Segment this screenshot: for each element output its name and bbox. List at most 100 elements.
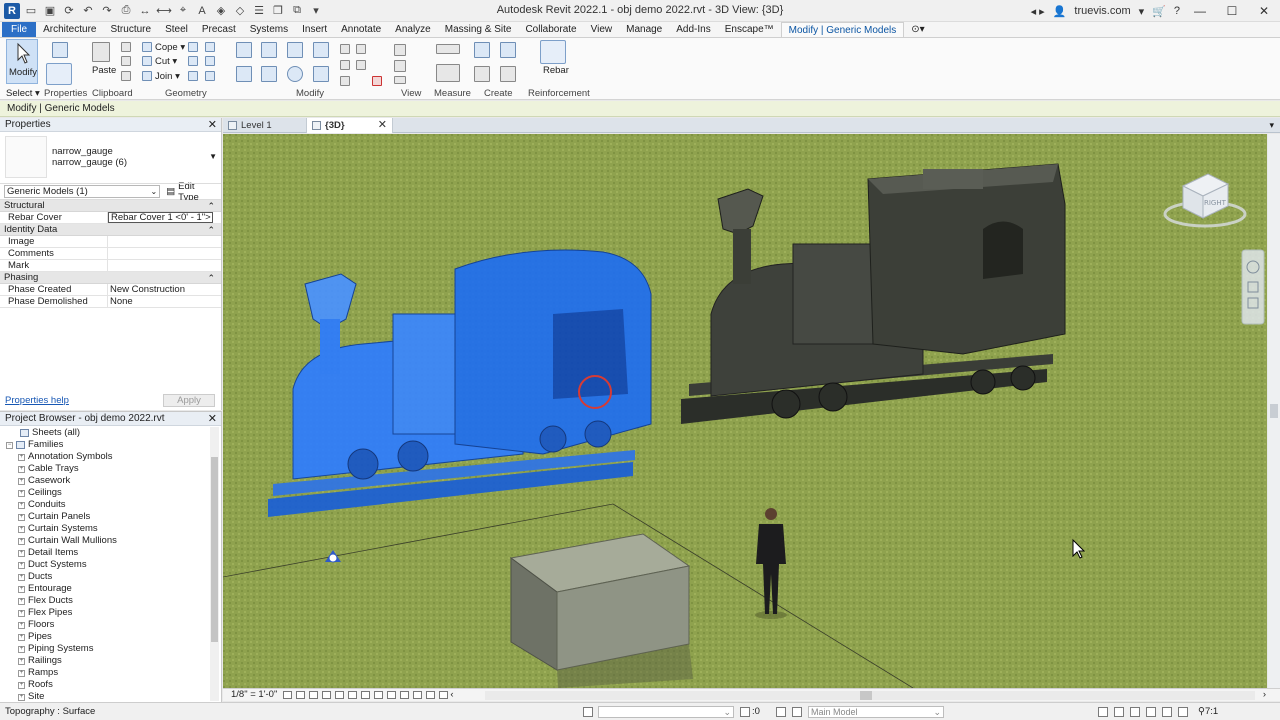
expand-icon[interactable]: + (18, 645, 25, 653)
expand-icon[interactable]: + (18, 669, 25, 677)
view-tool-2-icon[interactable] (394, 60, 406, 72)
tab-modify-generic-models[interactable]: Modify | Generic Models (780, 22, 905, 37)
tab-systems[interactable]: Systems (243, 22, 295, 37)
group-phasing[interactable]: Phasing ⌃ (0, 272, 221, 284)
tree-node-families[interactable]: − Families (0, 439, 208, 451)
mirror-draw-icon[interactable] (313, 42, 329, 58)
tree-node-family-category[interactable]: + Entourage (0, 583, 208, 595)
view-tool-3-icon[interactable] (394, 76, 406, 84)
tree-node-family-category[interactable]: + Ducts (0, 571, 208, 583)
chevron-down-icon[interactable]: ▾ (1269, 120, 1274, 131)
array-icon[interactable] (356, 44, 366, 54)
expand-icon[interactable]: + (18, 465, 25, 473)
search-icon[interactable]: ◂ ▸ (1031, 5, 1045, 18)
select-by-face-icon[interactable] (1146, 707, 1156, 717)
tab-massing-site[interactable]: Massing & Site (438, 22, 519, 37)
view-tool-1-icon[interactable] (394, 44, 406, 56)
sun-path-icon[interactable] (309, 691, 319, 699)
editable-only-icon[interactable] (740, 707, 750, 717)
drag-elements-icon[interactable] (1162, 707, 1172, 717)
cope-button[interactable]: Cope ▾ (155, 42, 185, 53)
analytical-model-icon[interactable] (413, 691, 423, 699)
exclude-options-icon[interactable] (792, 707, 802, 717)
help-icon[interactable]: ? (1174, 5, 1180, 17)
viewport-vertical-scrollbar[interactable] (1268, 134, 1280, 688)
geometry-tool-2-icon[interactable] (205, 42, 215, 52)
worksets-icon[interactable] (583, 707, 593, 717)
tree-node-family-category[interactable]: + Curtain Wall Mullions (0, 535, 208, 547)
expand-icon[interactable]: + (18, 573, 25, 581)
3d-view-icon[interactable]: ◈ (213, 3, 229, 19)
tree-node-family-category[interactable]: + Railings (0, 655, 208, 667)
tab-analyze[interactable]: Analyze (388, 22, 438, 37)
show-crop-icon[interactable] (361, 691, 371, 699)
expand-icon[interactable]: + (18, 681, 25, 689)
design-option-dropdown[interactable]: Main Model ⌄ (808, 706, 944, 718)
expand-icon[interactable]: + (18, 561, 25, 569)
tab-structure[interactable]: Structure (103, 22, 158, 37)
rotate-icon[interactable] (287, 66, 303, 82)
close-window-button[interactable]: ✕ (1252, 2, 1276, 20)
user-icon[interactable]: 👤 (1053, 5, 1067, 18)
tag-icon[interactable]: ⌖ (175, 3, 191, 19)
chevron-down-icon[interactable]: ▼ (209, 152, 217, 161)
filter-count[interactable]: ⚲7:1 (1198, 703, 1218, 720)
comments-field[interactable] (108, 248, 221, 259)
tab-overflow[interactable]: ⊙▾ (904, 22, 931, 37)
close-icon[interactable]: ✕ (208, 118, 217, 132)
minimize-button[interactable]: — (1188, 2, 1212, 20)
group-identity-data[interactable]: Identity Data ⌃ (0, 224, 221, 236)
cut-clip-icon[interactable] (121, 42, 131, 52)
background-processes-icon[interactable] (1178, 707, 1188, 717)
design-options-icon[interactable] (776, 707, 786, 717)
temporary-hide-icon[interactable] (387, 691, 397, 699)
tree-node-family-category[interactable]: + Pipes (0, 631, 208, 643)
tab-enscape[interactable]: Enscape™ (718, 22, 781, 37)
redo-icon[interactable]: ↷ (99, 3, 115, 19)
properties-button[interactable] (46, 63, 72, 85)
reveal-constraints-icon[interactable] (439, 691, 449, 699)
tab-level-1[interactable]: Level 1 (223, 118, 307, 133)
sync-icon[interactable]: ⟳ (61, 3, 77, 19)
chevron-right-icon[interactable]: › (1263, 689, 1266, 701)
tab-collaborate[interactable]: Collaborate (518, 22, 583, 37)
unpin-icon[interactable] (340, 76, 350, 86)
undo-icon[interactable]: ↶ (80, 3, 96, 19)
view-scale[interactable]: 1/8" = 1'-0" (231, 689, 277, 701)
tree-node-family-category[interactable]: + Ramps (0, 667, 208, 679)
align-icon[interactable] (236, 42, 252, 58)
join-icon[interactable] (142, 71, 152, 81)
tab-file[interactable]: File (2, 22, 37, 37)
tree-node-family-category[interactable]: + Casework (0, 475, 208, 487)
split-icon[interactable] (340, 44, 350, 54)
properties-help-link[interactable]: Properties help (5, 395, 69, 406)
panel-select[interactable]: Select ▾ (6, 88, 40, 99)
browser-scrollbar[interactable] (210, 427, 219, 701)
tab-add-ins[interactable]: Add-Ins (669, 22, 717, 37)
rebar-cover-field[interactable]: Rebar Cover 1 <0' - 1"> (108, 212, 213, 223)
tree-node-family-category[interactable]: + Conduits (0, 499, 208, 511)
print-icon[interactable]: ⎙ (118, 3, 134, 19)
locomotive-dark[interactable] (681, 163, 1066, 424)
expand-icon[interactable]: + (18, 693, 25, 701)
maximize-button[interactable]: ☐ (1220, 2, 1244, 20)
switch-windows-icon[interactable]: ⧉ (289, 3, 305, 19)
measure-icon[interactable]: ↔ (137, 3, 153, 19)
expand-icon[interactable]: + (18, 633, 25, 641)
measure-along-icon[interactable] (436, 64, 460, 82)
tree-node-sheets[interactable]: Sheets (all) (0, 427, 208, 439)
chevron-down-icon[interactable]: ▾ (1139, 5, 1145, 18)
expand-icon[interactable]: + (18, 585, 25, 593)
offset-icon[interactable] (261, 42, 277, 58)
revit-logo-icon[interactable]: R (4, 2, 20, 19)
join-button[interactable]: Join ▾ (155, 71, 180, 82)
open-icon[interactable]: ▭ (23, 3, 39, 19)
tab-3d[interactable]: {3D} ✕ (307, 118, 393, 133)
type-selector[interactable]: narrow_gauge narrow_gauge (6) ▼ (0, 132, 221, 184)
mark-field[interactable] (108, 260, 221, 271)
cope-icon[interactable] (142, 42, 152, 52)
group-structural[interactable]: Structural ⌃ (0, 200, 221, 212)
geometry-tool-5-icon[interactable] (188, 71, 198, 81)
tree-node-family-category[interactable]: + Piping Systems (0, 643, 208, 655)
thin-lines-icon[interactable]: ☰ (251, 3, 267, 19)
